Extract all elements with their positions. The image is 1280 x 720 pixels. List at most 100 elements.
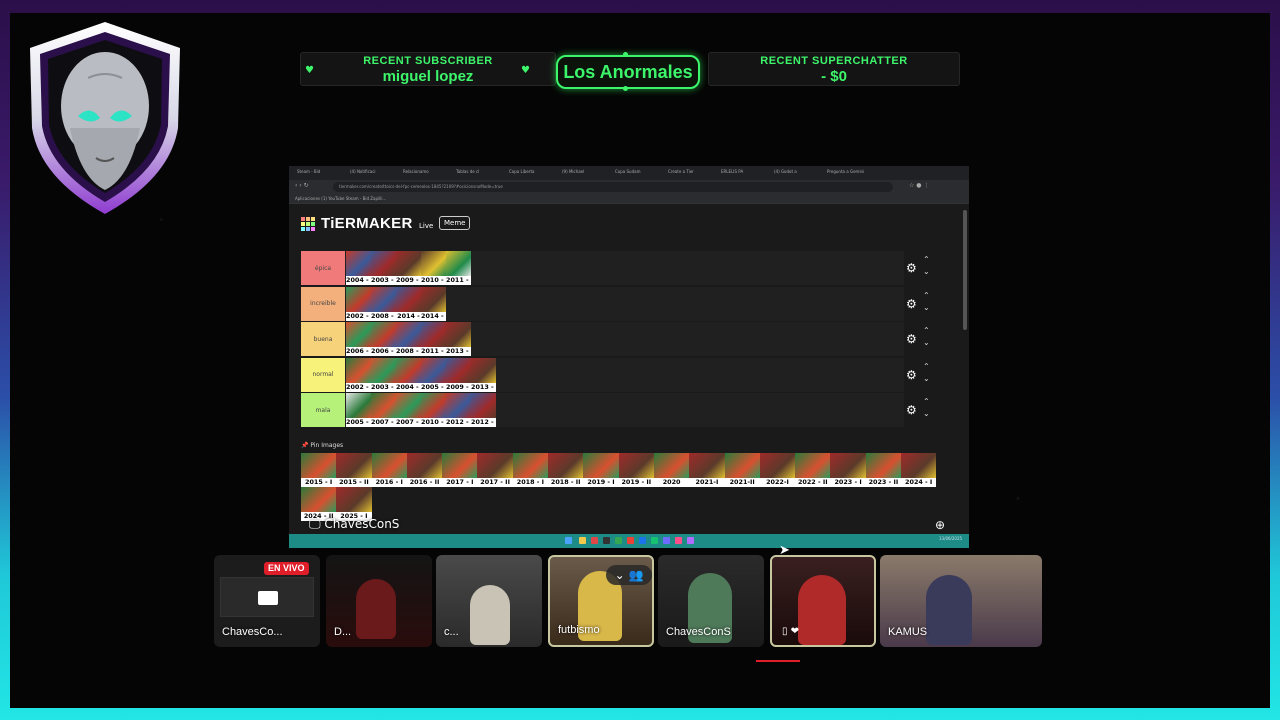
app-icon[interactable] bbox=[663, 537, 670, 544]
tier-item[interactable]: 2014 - bbox=[396, 286, 421, 321]
tier-item[interactable]: 2011 - I bbox=[421, 322, 446, 356]
tier-item[interactable]: 2002 - I bbox=[346, 286, 371, 321]
shared-screen[interactable]: Steam - Bid (4) Notificaci Relacionamo Tabl… bbox=[289, 166, 969, 548]
tier-item[interactable]: 2009 - II bbox=[446, 357, 471, 392]
app-icon[interactable] bbox=[627, 537, 634, 544]
tier-item[interactable]: 2013 - I bbox=[446, 322, 471, 356]
participant-tile-active[interactable]: ⌄ 👥 futbismo bbox=[548, 555, 654, 647]
browser-tab[interactable]: Create a Tier bbox=[668, 169, 716, 178]
tier-item[interactable]: 2019 - I bbox=[583, 453, 619, 487]
move-tier-arrows-icon[interactable]: ⌃ ⌄ bbox=[923, 290, 930, 314]
tier-item[interactable]: 2018 - I bbox=[512, 453, 549, 487]
live-link[interactable]: Live bbox=[419, 222, 433, 230]
tier-item[interactable]: 2006 - I bbox=[346, 322, 371, 356]
tier-item[interactable]: 2010 - I bbox=[421, 393, 446, 427]
move-tier-arrows-icon[interactable]: ⌃ ⌄ bbox=[923, 325, 930, 349]
page-scrollbar[interactable] bbox=[963, 210, 967, 330]
browser-tab[interactable]: Copa Sudam bbox=[615, 169, 663, 178]
browser-menu-icon[interactable]: ☆ ● ⋮ bbox=[909, 182, 929, 189]
tier-item[interactable]: 2009 - I bbox=[396, 251, 421, 285]
tier-item[interactable]: 2015 - I bbox=[301, 453, 337, 487]
tier-item[interactable]: 2010 - II bbox=[421, 251, 446, 285]
tier-item[interactable]: 2004 - I bbox=[396, 357, 421, 392]
browser-tab[interactable]: Pregunta a Gemini bbox=[827, 169, 875, 178]
browser-tab[interactable]: (4) Godot a bbox=[774, 169, 822, 178]
zoom-icon[interactable]: ⊕ bbox=[935, 518, 945, 532]
app-icon[interactable] bbox=[639, 537, 646, 544]
tier-item[interactable]: 2013 - II bbox=[471, 357, 496, 392]
gear-icon[interactable]: ⚙ bbox=[906, 261, 917, 275]
tier-item[interactable]: 2024 - I bbox=[901, 453, 937, 487]
tier-item[interactable]: 2008 - I bbox=[371, 286, 396, 321]
tier-item[interactable]: 2018 - II bbox=[548, 453, 584, 487]
tier-item[interactable]: 2016 - II bbox=[406, 453, 443, 487]
browser-tab[interactable]: Copa Liberta bbox=[509, 169, 557, 178]
meme-button[interactable]: Meme bbox=[439, 216, 471, 230]
tier-item[interactable]: 2011 - II bbox=[446, 251, 471, 285]
tier-item[interactable]: 2022 - II bbox=[795, 453, 831, 487]
browser-tab[interactable]: (9) Michael bbox=[562, 169, 610, 178]
tier-item[interactable]: 2004 - II bbox=[346, 251, 371, 285]
tier-item[interactable]: 2007 - II bbox=[396, 393, 421, 427]
pin-images-toggle[interactable]: 📌 Pin Images bbox=[301, 442, 343, 449]
start-icon[interactable] bbox=[565, 537, 572, 544]
tile-controls[interactable]: ⌄ 👥 bbox=[606, 565, 652, 585]
browser-tab[interactable]: Steam - Bid bbox=[297, 169, 345, 178]
nav-arrows-icon[interactable]: ‹ › ↻ bbox=[295, 182, 309, 189]
browser-tab[interactable]: Relacionamo bbox=[403, 169, 451, 178]
tier-item[interactable]: 2016 - I bbox=[371, 453, 407, 487]
tier-item[interactable]: 2012 - II bbox=[471, 393, 496, 427]
browser-tab[interactable]: ERLELIS PA bbox=[721, 169, 769, 178]
chevron-down-icon[interactable]: ⌄ bbox=[615, 568, 625, 582]
tier-item[interactable]: 2020 bbox=[653, 453, 690, 487]
move-tier-arrows-icon[interactable]: ⌃ ⌄ bbox=[923, 254, 930, 278]
tier-item[interactable]: 2006 - II bbox=[371, 322, 396, 356]
tier-item[interactable]: 2002 - II bbox=[346, 357, 371, 392]
tier-item[interactable]: 2022-I bbox=[759, 453, 796, 487]
tier-item[interactable]: 2003 - I bbox=[371, 357, 396, 392]
people-icon[interactable]: 👥 bbox=[628, 568, 643, 582]
app-icon[interactable] bbox=[687, 537, 694, 544]
browser-tab[interactable]: (4) Notificaci bbox=[350, 169, 398, 178]
gear-icon[interactable]: ⚙ bbox=[906, 403, 917, 417]
participant-tile[interactable]: KAMUS bbox=[880, 555, 1042, 647]
tier-item[interactable]: 2012 - I bbox=[446, 393, 471, 427]
app-icon[interactable] bbox=[651, 537, 658, 544]
tier-item[interactable]: 2025 - I bbox=[336, 487, 372, 521]
tier-item[interactable]: 2019 - II bbox=[618, 453, 654, 487]
tier-item[interactable]: 2023 - I bbox=[830, 453, 866, 487]
folder-icon[interactable] bbox=[579, 537, 586, 544]
tier-item[interactable]: 2017 - I bbox=[442, 453, 478, 487]
tier-item[interactable]: 2007 - I bbox=[371, 393, 396, 427]
tier-item[interactable]: 2017 - II bbox=[477, 453, 513, 487]
move-tier-arrows-icon[interactable]: ⌃ ⌄ bbox=[923, 361, 930, 385]
participant-tile-screenshare[interactable]: EN VIVO ChavesCo... bbox=[214, 555, 320, 647]
tier-label[interactable]: épica bbox=[301, 251, 345, 285]
participant-tile[interactable]: ChavesConS bbox=[658, 555, 764, 647]
participant-tile[interactable]: c... bbox=[436, 555, 542, 647]
tier-item[interactable]: 2008 - II bbox=[396, 322, 421, 356]
tier-item[interactable]: 2024 - II bbox=[301, 487, 337, 521]
gear-icon[interactable]: ⚙ bbox=[906, 332, 917, 346]
tier-label[interactable]: increible bbox=[301, 286, 345, 321]
tier-label[interactable]: mala bbox=[301, 393, 345, 427]
tier-item[interactable]: 2021-II bbox=[724, 453, 760, 487]
tier-item[interactable]: 2014 - II bbox=[421, 286, 446, 321]
tier-item[interactable]: 2015 - II bbox=[336, 453, 372, 487]
tier-item[interactable]: 2023 - II bbox=[865, 453, 902, 487]
participant-tile[interactable]: ▯ ❤ bbox=[770, 555, 876, 647]
tier-item[interactable]: 2003 - II bbox=[371, 251, 396, 285]
app-icon[interactable] bbox=[675, 537, 682, 544]
gear-icon[interactable]: ⚙ bbox=[906, 368, 917, 382]
tier-item[interactable]: 2005 - I bbox=[346, 393, 371, 427]
gear-icon[interactable]: ⚙ bbox=[906, 297, 917, 311]
tier-item[interactable]: 2021-I bbox=[689, 453, 725, 487]
move-tier-arrows-icon[interactable]: ⌃ ⌄ bbox=[923, 396, 930, 420]
browser-tab[interactable]: Tablas de cl bbox=[456, 169, 504, 178]
url-field[interactable]: tiermaker.com/create/ttoics-del-fpc-ceme… bbox=[333, 182, 893, 192]
app-icon[interactable] bbox=[591, 537, 598, 544]
chrome-icon[interactable] bbox=[615, 537, 622, 544]
tier-label[interactable]: buena bbox=[301, 322, 345, 356]
tier-item[interactable]: 2005 - II bbox=[421, 357, 446, 392]
app-icon[interactable] bbox=[603, 537, 610, 544]
